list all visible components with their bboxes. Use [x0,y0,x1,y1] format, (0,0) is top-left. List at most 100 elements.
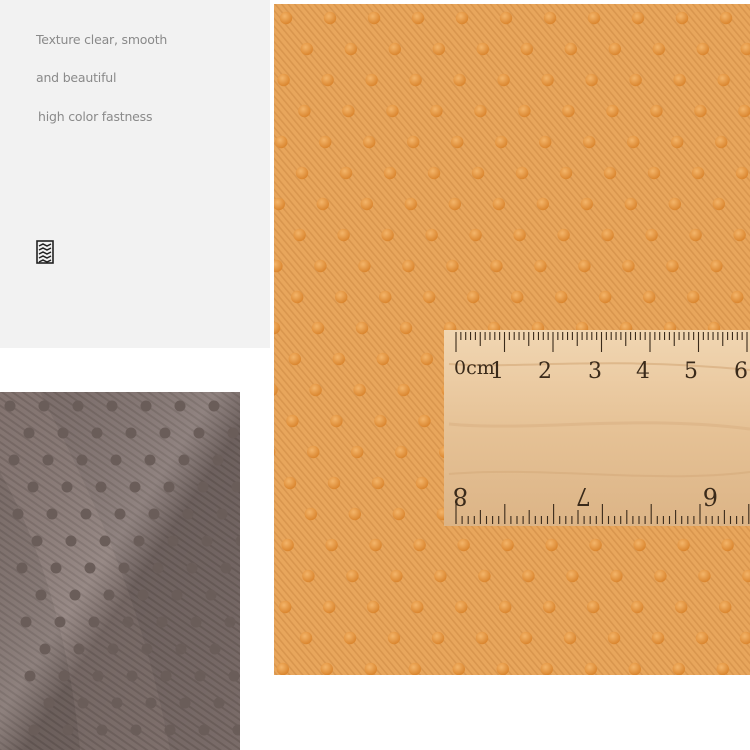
fabric-dot [495,135,508,149]
fabric-dot [563,631,577,645]
fabric-dot [431,631,445,645]
ruler-label: 6 [703,482,718,510]
fabric-dot [58,670,70,682]
feature-text-panel: Texture clear, smooth and beautiful high… [0,0,270,348]
fabric-dot [126,670,138,682]
ruler-label: 6 [734,359,748,384]
fabric-dot [432,42,445,56]
fabric-dot [675,11,689,25]
ruler-label: 7 [576,482,591,510]
fabric-dot [279,600,292,614]
fabric-dot [583,135,596,149]
fabric-dot [652,42,665,56]
fabric-dot [299,631,313,645]
fabric-dot [320,662,333,675]
fabric-dot [212,454,224,466]
fabric-dot [343,631,357,645]
fabric-dot [710,259,723,273]
fabric-dot [220,562,232,574]
fabric-dot [88,616,100,628]
fabric-dot [360,197,373,211]
fabric-dot [716,662,729,675]
fabric-dot [587,11,601,25]
fabric-dot [69,589,81,601]
fabric-dot [198,724,210,736]
fabric-dot [363,135,376,149]
fabric-dot [584,662,597,675]
fabric-dot [364,662,377,675]
fabric-dot [430,104,443,118]
fabric-dot [643,290,656,304]
fabric-dot [65,535,77,547]
fabric-dot [557,228,570,242]
fabric-dot [390,569,403,583]
fabric-dot [386,104,399,118]
fabric-dot [293,228,306,242]
fabric-dot [156,616,168,628]
fabric-dot [129,481,141,493]
fabric-dot [348,507,361,521]
fabric-dot [423,290,436,304]
fabric-dot [499,600,512,614]
fabric-dot [404,197,417,211]
fabric-dot [647,166,661,180]
fabric-dot [159,427,171,439]
fabric-dot [107,643,119,655]
fabric-dot [427,166,441,180]
fabric-dot [543,11,557,25]
fabric-dot [224,616,236,628]
fabric-dot [24,670,36,682]
feature-text-line: and beautiful [36,70,117,85]
fabric-dot [455,600,468,614]
fabric-dot [492,197,505,211]
fabric-dot [106,400,118,412]
fabric-dot [302,569,315,583]
fabric-dot [418,414,431,428]
fabric-dot [712,197,725,211]
fabric-dot [283,476,297,490]
fabric-dot [209,643,221,655]
fabric-dot [344,42,357,56]
fabric-dot [140,400,152,412]
fabric-dot [564,42,577,56]
fabric-dot [566,569,579,583]
fabric-dot [543,600,556,614]
fabric-dot [476,42,489,56]
fabric-dot [332,352,345,366]
fabric-dot [337,228,350,242]
fabric-dot [275,135,288,149]
fabric-dot [733,228,746,242]
fabric-dot [314,259,327,273]
fabric-dot [276,662,289,675]
fabric-dot [677,538,690,552]
fabric-dot [448,197,461,211]
fabric-dot [27,481,39,493]
fabric-dot [50,562,62,574]
fabric-dot [666,259,679,273]
fabric-dot [95,481,107,493]
fabric-dot [696,42,709,56]
fabric-dot [327,476,341,490]
fabric-dot [367,11,381,25]
fabric-dot [8,454,20,466]
fabric-dot [383,166,397,180]
fabric-dot [599,290,612,304]
fabric-dot [559,166,573,180]
fabric-dot [536,197,549,211]
fabric-dot [20,616,32,628]
fabric-dot [99,535,111,547]
fabric-dot [420,352,433,366]
ruler-label: 1 [490,359,504,384]
fabric-dot [409,73,422,87]
fabric-dot [672,662,685,675]
fabric-dot [668,197,681,211]
fabric-dot [497,73,510,87]
fabric-dot [539,135,552,149]
fabric-dot [130,724,142,736]
fabric-dot [201,535,213,547]
fabric-dot [467,290,480,304]
fabric-dot [387,631,401,645]
fabric-dot [607,631,621,645]
fabric-dot [518,104,531,118]
fabric-dot [475,631,489,645]
